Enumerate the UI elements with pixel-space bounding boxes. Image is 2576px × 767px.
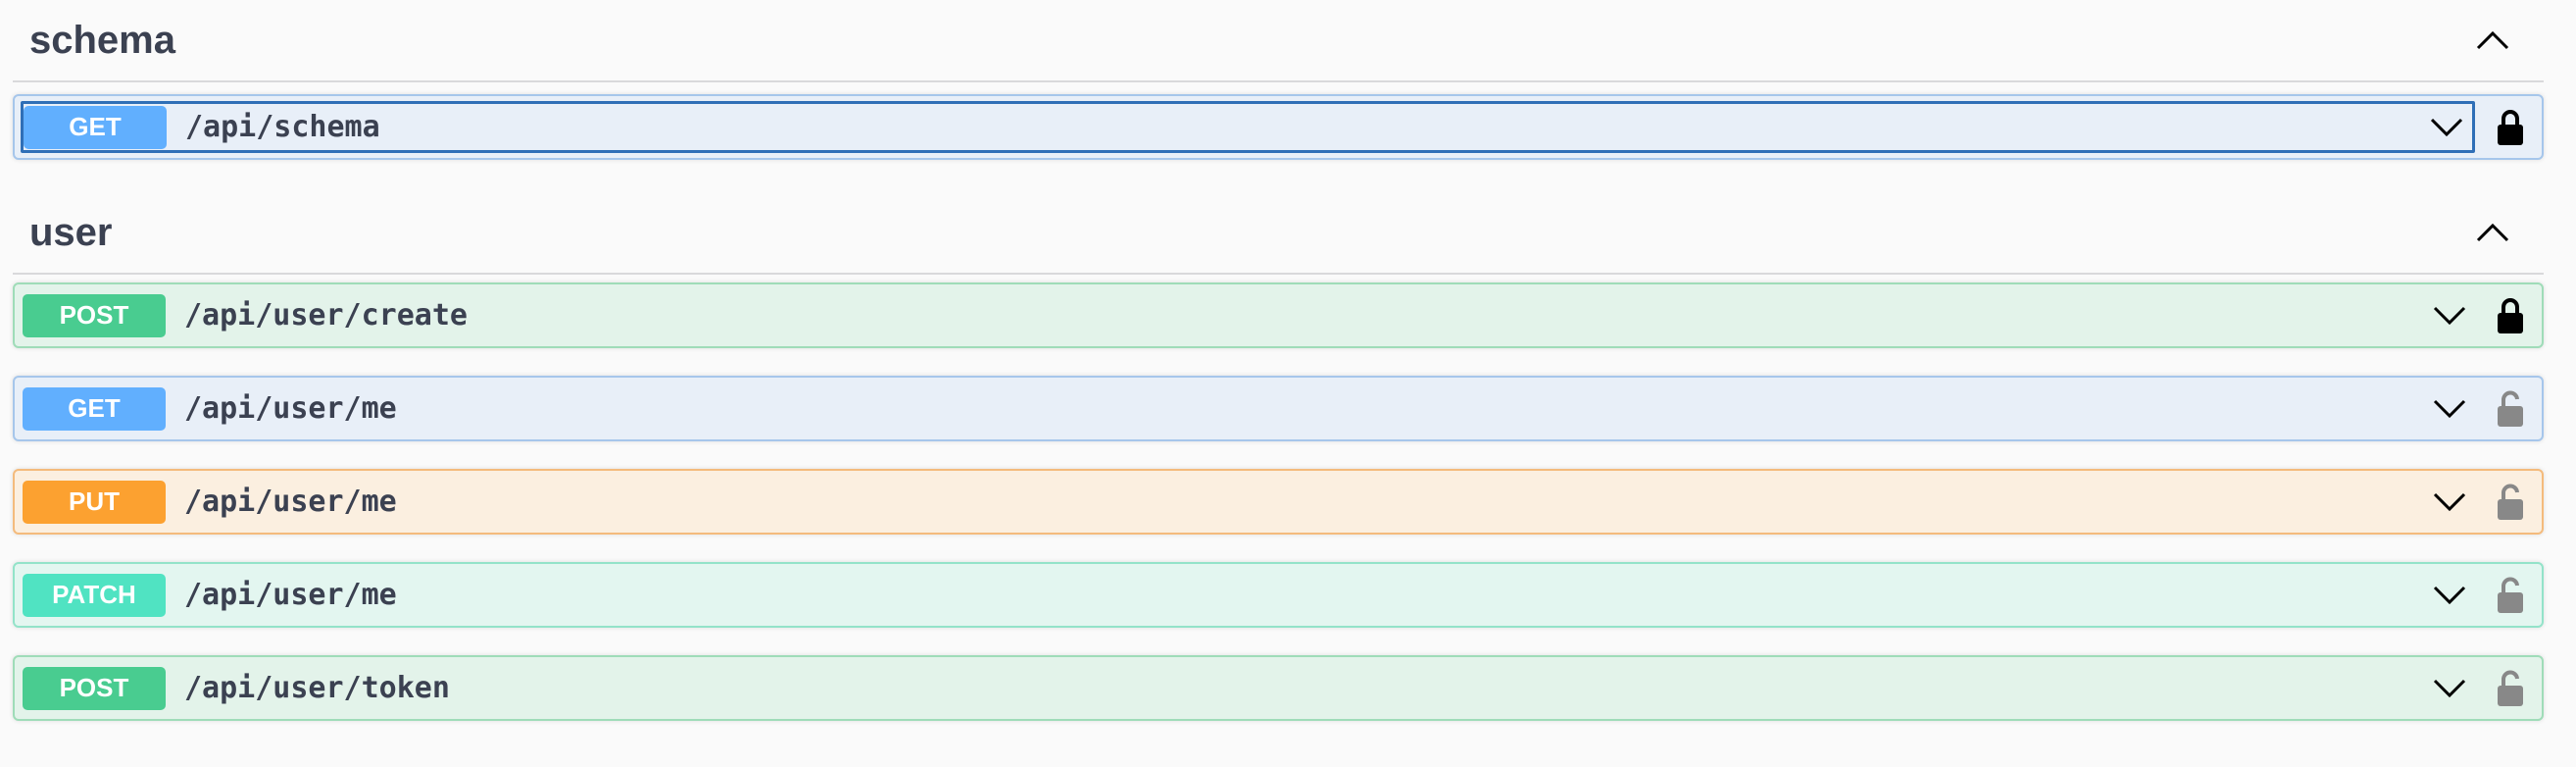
operation-get-api-schema[interactable]: GET /api/schema: [13, 94, 2544, 160]
operation-summary[interactable]: PUT /api/user/me: [15, 471, 2475, 533]
method-badge: PUT: [23, 480, 166, 524]
operation-summary[interactable]: GET /api/schema: [21, 101, 2475, 153]
section-header-user[interactable]: user: [13, 192, 2544, 275]
operation-path: /api/user/me: [184, 578, 397, 612]
method-badge: POST: [23, 666, 166, 710]
chevron-up-icon[interactable]: [2469, 17, 2516, 64]
operation-get-api-user-me[interactable]: GET /api/user/me: [13, 376, 2544, 441]
operation-summary[interactable]: POST /api/user/create: [15, 284, 2475, 346]
chevron-up-icon[interactable]: [2469, 209, 2516, 256]
operation-path: /api/user/me: [184, 485, 397, 519]
lock-open-icon[interactable]: [2491, 664, 2530, 713]
operation-path: /api/schema: [185, 110, 380, 144]
chevron-down-icon[interactable]: [2425, 106, 2468, 149]
method-badge: GET: [23, 386, 166, 431]
operation-path: /api/user/create: [184, 298, 468, 332]
operation-put-api-user-me[interactable]: PUT /api/user/me: [13, 469, 2544, 535]
section-header-schema[interactable]: schema: [13, 0, 2544, 82]
chevron-down-icon[interactable]: [2428, 667, 2471, 710]
method-badge: PATCH: [23, 573, 166, 617]
lock-closed-icon[interactable]: [2491, 103, 2530, 152]
lock-open-icon[interactable]: [2491, 571, 2530, 620]
operation-patch-api-user-me[interactable]: PATCH /api/user/me: [13, 562, 2544, 628]
chevron-down-icon[interactable]: [2428, 481, 2471, 524]
chevron-down-icon[interactable]: [2428, 387, 2471, 431]
operation-post-api-user-create[interactable]: POST /api/user/create: [13, 282, 2544, 348]
chevron-down-icon[interactable]: [2428, 294, 2471, 337]
operation-path: /api/user/me: [184, 391, 397, 426]
lock-closed-icon[interactable]: [2491, 291, 2530, 340]
section-title: schema: [29, 18, 175, 62]
operation-post-api-user-token[interactable]: POST /api/user/token: [13, 655, 2544, 721]
operation-summary[interactable]: PATCH /api/user/me: [15, 564, 2475, 626]
section-title: user: [29, 210, 113, 254]
lock-open-icon[interactable]: [2491, 478, 2530, 527]
operation-summary[interactable]: POST /api/user/token: [15, 657, 2475, 719]
lock-open-icon[interactable]: [2491, 384, 2530, 434]
operation-summary[interactable]: GET /api/user/me: [15, 378, 2475, 439]
operation-path: /api/user/token: [184, 671, 450, 705]
method-badge: GET: [24, 105, 167, 149]
chevron-down-icon[interactable]: [2428, 574, 2471, 617]
method-badge: POST: [23, 293, 166, 337]
